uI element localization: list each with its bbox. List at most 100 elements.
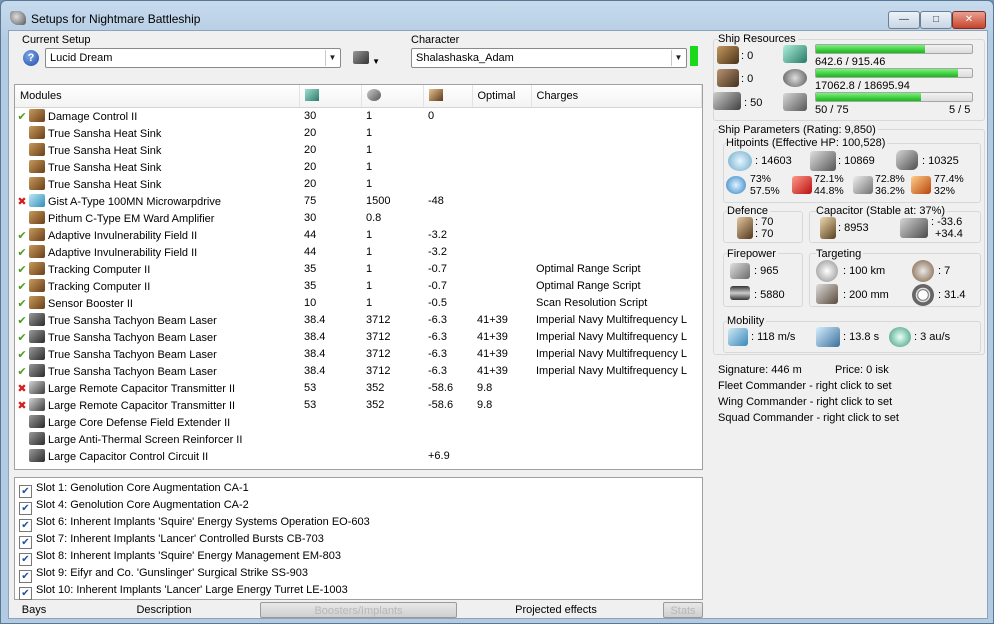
module-name-cell[interactable]: True Sansha Heat Sink	[15, 158, 299, 175]
module-cpu: 20	[304, 177, 317, 190]
module-name-cell[interactable]: ✔ True Sansha Tachyon Beam Laser	[15, 311, 299, 328]
col-capacitor[interactable]	[423, 85, 473, 108]
module-capacitor	[423, 158, 472, 175]
table-row[interactable]: ✔ Sensor Booster II 10 1 -0.5 Scan Resolution…	[15, 294, 702, 311]
damage-control-icon	[29, 108, 45, 122]
list-item[interactable]: ✔ Slot 4: Genolution Core Augmentation CA…	[15, 497, 702, 515]
module-name-cell[interactable]: ✔ Adaptive Invulnerability Field II	[15, 243, 299, 260]
module-powergrid	[361, 430, 423, 447]
module-name-cell[interactable]: ✔ Tracking Computer II	[15, 260, 299, 277]
col-powergrid[interactable]	[361, 85, 424, 108]
hitpoints-title: Hitpoints (Effective HP: 100,528)	[726, 137, 888, 149]
setup-select[interactable]: Lucid Dream ▼	[45, 48, 341, 68]
help-icon[interactable]: ?	[23, 50, 39, 66]
setup-options-button[interactable]: ▼	[353, 51, 383, 67]
table-row[interactable]: ✖ Large Remote Capacitor Transmitter II 53…	[15, 379, 702, 396]
module-name-cell[interactable]: Large Core Defense Field Extender II	[15, 413, 299, 430]
heat-sink-icon	[29, 125, 45, 139]
module-powergrid: 3712	[366, 313, 391, 326]
module-name-cell[interactable]: ✔ Tracking Computer II	[15, 277, 299, 294]
module-name-cell[interactable]: Large Anti-Thermal Screen Reinforcer II	[15, 430, 299, 447]
list-item[interactable]: ✔ Slot 10: Inherent Implants 'Lancer' Lar…	[15, 582, 702, 600]
maximize-button[interactable]: □	[920, 11, 952, 29]
module-name-cell[interactable]: True Sansha Heat Sink	[15, 124, 299, 141]
module-powergrid: 1	[366, 262, 373, 275]
table-row[interactable]: Large Anti-Thermal Screen Reinforcer II	[15, 430, 702, 447]
table-row[interactable]: ✔ Tracking Computer II 35 1 -0.7 Optimal Rang…	[15, 260, 702, 277]
squad-commander-slot[interactable]: Squad Commander - right click to set	[718, 412, 899, 424]
module-name: Sensor Booster II	[48, 297, 133, 310]
table-row[interactable]: ✔ Adaptive Invulnerability Field II 44 1 -3.…	[15, 226, 702, 243]
tab-bays[interactable]: Bays	[14, 602, 54, 618]
character-select[interactable]: Shalashaska_Adam ▼	[411, 48, 687, 68]
module-name-cell[interactable]: ✔ True Sansha Tachyon Beam Laser	[15, 345, 299, 362]
module-name-cell[interactable]: ✔ True Sansha Tachyon Beam Laser	[15, 328, 299, 345]
module-powergrid: 1	[366, 296, 373, 309]
module-charges	[531, 192, 702, 209]
table-row[interactable]: True Sansha Heat Sink 20 1	[15, 158, 702, 175]
col-cpu[interactable]	[299, 85, 362, 108]
table-row[interactable]: True Sansha Heat Sink 20 1	[15, 175, 702, 192]
app-icon	[10, 11, 26, 25]
module-name-cell[interactable]: ✖ Large Remote Capacitor Transmitter II	[15, 379, 299, 396]
table-row[interactable]: ✖ Large Remote Capacitor Transmitter II 53…	[15, 396, 702, 413]
module-name-cell[interactable]: True Sansha Heat Sink	[15, 141, 299, 158]
table-row[interactable]: ✔ Tracking Computer II 35 1 -0.7 Optimal Rang…	[15, 277, 702, 294]
module-name-cell[interactable]: ✔ Sensor Booster II	[15, 294, 299, 311]
table-row[interactable]: ✔ Damage Control II 30 1 0	[15, 107, 702, 124]
implant-label: Slot 1: Genolution Core Augmentation CA-…	[36, 482, 249, 494]
module-capacitor: +6.9	[428, 449, 450, 462]
col-optimal[interactable]: Optimal	[472, 85, 532, 108]
list-item[interactable]: ✔ Slot 6: Inherent Implants 'Squire' Ener…	[15, 514, 702, 532]
module-name-cell[interactable]: Large Capacitor Control Circuit II	[15, 447, 299, 464]
close-button[interactable]: ✕	[952, 11, 986, 29]
module-name-cell[interactable]: ✖ Gist A-Type 100MN Microwarpdrive	[15, 192, 299, 209]
module-powergrid: 1	[366, 143, 373, 156]
wing-commander-slot[interactable]: Wing Commander - right click to set	[718, 396, 892, 408]
title-bar[interactable]: Setups for Nightmare Battleship — □ ✕	[1, 1, 993, 31]
implant-label: Slot 4: Genolution Core Augmentation CA-…	[36, 499, 249, 511]
heat-sink-icon	[29, 159, 45, 173]
modules-panel: Modules Optimal Charges ✔ Damage Control …	[14, 84, 703, 470]
tab-stats[interactable]: Stats	[663, 602, 703, 618]
tab-description[interactable]: Description	[119, 602, 209, 618]
module-name-cell[interactable]: ✔ Adaptive Invulnerability Field II	[15, 226, 299, 243]
module-name-cell[interactable]: ✖ Large Remote Capacitor Transmitter II	[15, 396, 299, 413]
table-row[interactable]: ✔ True Sansha Tachyon Beam Laser 38.4 3712 -…	[15, 345, 702, 362]
list-item[interactable]: ✔ Slot 7: Inherent Implants 'Lancer' Cont…	[15, 531, 702, 549]
minimize-button[interactable]: —	[888, 11, 920, 29]
module-name: True Sansha Heat Sink	[48, 161, 162, 174]
list-item[interactable]: ✔ Slot 1: Genolution Core Augmentation CA…	[15, 480, 702, 498]
tab-projected-effects[interactable]: Projected effects	[506, 602, 606, 618]
setup-select-value: Lucid Dream	[50, 52, 113, 64]
table-row[interactable]: ✔ Adaptive Invulnerability Field II 44 1 -3.…	[15, 243, 702, 260]
table-row[interactable]: ✔ True Sansha Tachyon Beam Laser 38.4 3712 -…	[15, 328, 702, 345]
table-row[interactable]: ✔ True Sansha Tachyon Beam Laser 38.4 3712 -…	[15, 362, 702, 379]
table-row[interactable]: ✖ Gist A-Type 100MN Microwarpdrive 75 1500 -…	[15, 192, 702, 209]
implant-label: Slot 10: Inherent Implants 'Lancer' Larg…	[36, 584, 348, 596]
module-capacitor	[423, 430, 472, 447]
tab-boosters-implants[interactable]: Boosters/Implants	[260, 602, 457, 618]
table-row[interactable]: True Sansha Heat Sink 20 1	[15, 124, 702, 141]
col-charges[interactable]: Charges	[531, 85, 702, 108]
list-item[interactable]: ✔ Slot 9: Eifyr and Co. 'Gunslinger' Surg…	[15, 565, 702, 583]
module-name-cell[interactable]: Pithum C-Type EM Ward Amplifier	[15, 209, 299, 226]
table-row[interactable]: Large Core Defense Field Extender II	[15, 413, 702, 430]
fleet-commander-slot[interactable]: Fleet Commander - right click to set	[718, 380, 892, 392]
implant-checkbox[interactable]: ✔	[19, 587, 32, 600]
defence-value-b: : 70	[755, 228, 774, 240]
table-row[interactable]: Pithum C-Type EM Ward Amplifier 30 0.8	[15, 209, 702, 226]
chevron-down-icon: ▼	[671, 50, 685, 66]
turret-hardpoint-icon	[717, 46, 739, 64]
module-name: True Sansha Heat Sink	[48, 178, 162, 191]
module-name-cell[interactable]: ✔ Damage Control II	[15, 107, 299, 124]
table-row[interactable]: Large Capacitor Control Circuit II +6.9	[15, 447, 702, 464]
module-name-cell[interactable]: True Sansha Heat Sink	[15, 175, 299, 192]
table-row[interactable]: True Sansha Heat Sink 20 1	[15, 141, 702, 158]
cpu-icon	[304, 89, 319, 102]
list-item[interactable]: ✔ Slot 8: Inherent Implants 'Squire' Ener…	[15, 548, 702, 566]
module-name-cell[interactable]: ✔ True Sansha Tachyon Beam Laser	[15, 362, 299, 379]
col-modules[interactable]: Modules	[15, 85, 300, 108]
capacitor-icon	[820, 217, 836, 239]
table-row[interactable]: ✔ True Sansha Tachyon Beam Laser 38.4 3712 -…	[15, 311, 702, 328]
